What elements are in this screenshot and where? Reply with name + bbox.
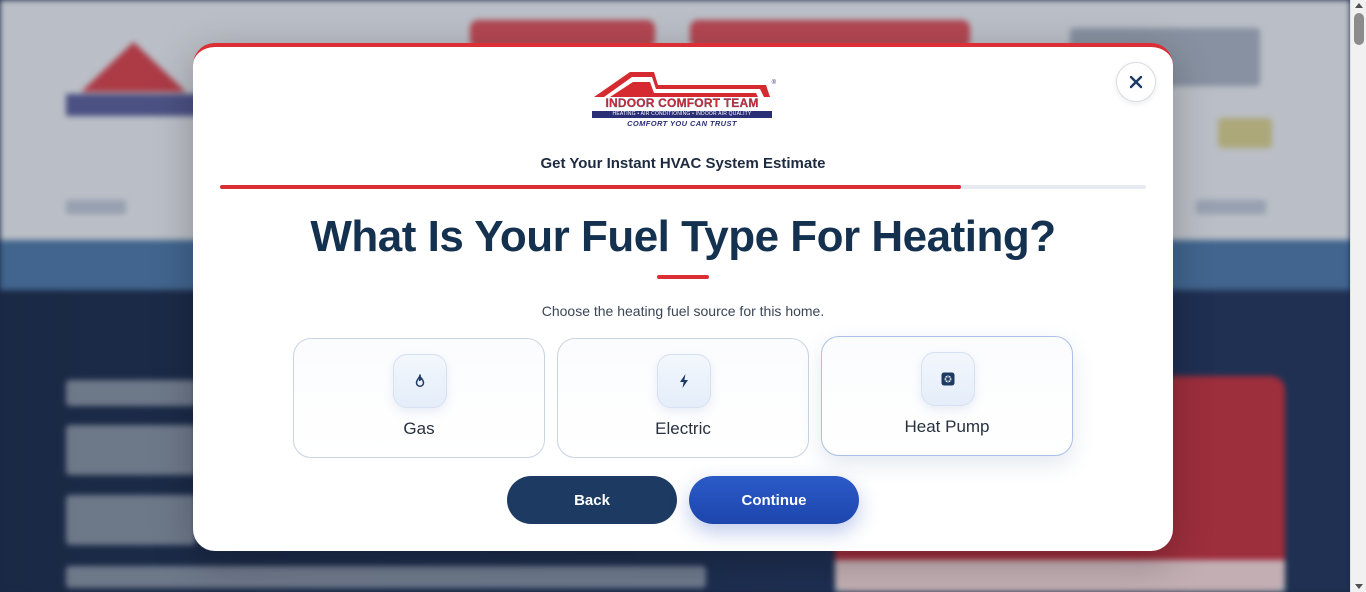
helper-text: Choose the heating fuel source for this … xyxy=(541,303,825,319)
lightning-icon xyxy=(680,374,688,388)
roof-icon xyxy=(594,72,770,97)
option-icon-box xyxy=(393,354,447,408)
option-label: Electric xyxy=(655,419,711,438)
option-icon-box xyxy=(657,354,711,408)
continue-button[interactable]: Continue xyxy=(689,476,859,524)
close-icon xyxy=(1129,75,1143,89)
option-electric[interactable]: Electric xyxy=(557,338,809,458)
option-icon-box xyxy=(921,352,975,406)
option-gas[interactable]: Gas xyxy=(293,338,545,458)
logo-tagline: HEATING • AIR CONDITIONING • INDOOR AIR … xyxy=(612,111,752,117)
logo-slogan: COMFORT YOU CAN TRUST xyxy=(627,119,737,128)
flame-icon xyxy=(415,374,425,388)
back-button[interactable]: Back xyxy=(507,476,677,524)
close-button[interactable] xyxy=(1116,62,1156,102)
progress-fill xyxy=(220,185,961,189)
option-heat-pump[interactable]: Heat Pump xyxy=(821,336,1073,456)
estimate-modal: ® INDOOR COMFORT TEAM HEATING • AIR COND… xyxy=(193,43,1173,551)
option-label: Gas xyxy=(403,419,435,438)
scroll-up-arrow-icon[interactable] xyxy=(1355,3,1363,8)
company-logo: ® INDOOR COMFORT TEAM HEATING • AIR COND… xyxy=(588,69,778,131)
title-underline xyxy=(657,275,709,279)
logo-brand-text: INDOOR COMFORT TEAM xyxy=(605,96,759,110)
scroll-thumb[interactable] xyxy=(1354,13,1364,45)
page-scrollbar[interactable] xyxy=(1350,0,1366,592)
progress-bar xyxy=(220,185,1146,189)
scroll-down-arrow-icon[interactable] xyxy=(1355,584,1363,589)
question-title: What Is Your Fuel Type For Heating? xyxy=(310,212,1056,261)
modal-subtitle: Get Your Instant HVAC System Estimate xyxy=(540,155,826,172)
option-label: Heat Pump xyxy=(904,417,990,436)
heat-pump-icon xyxy=(941,372,955,386)
registered-mark: ® xyxy=(771,80,776,86)
